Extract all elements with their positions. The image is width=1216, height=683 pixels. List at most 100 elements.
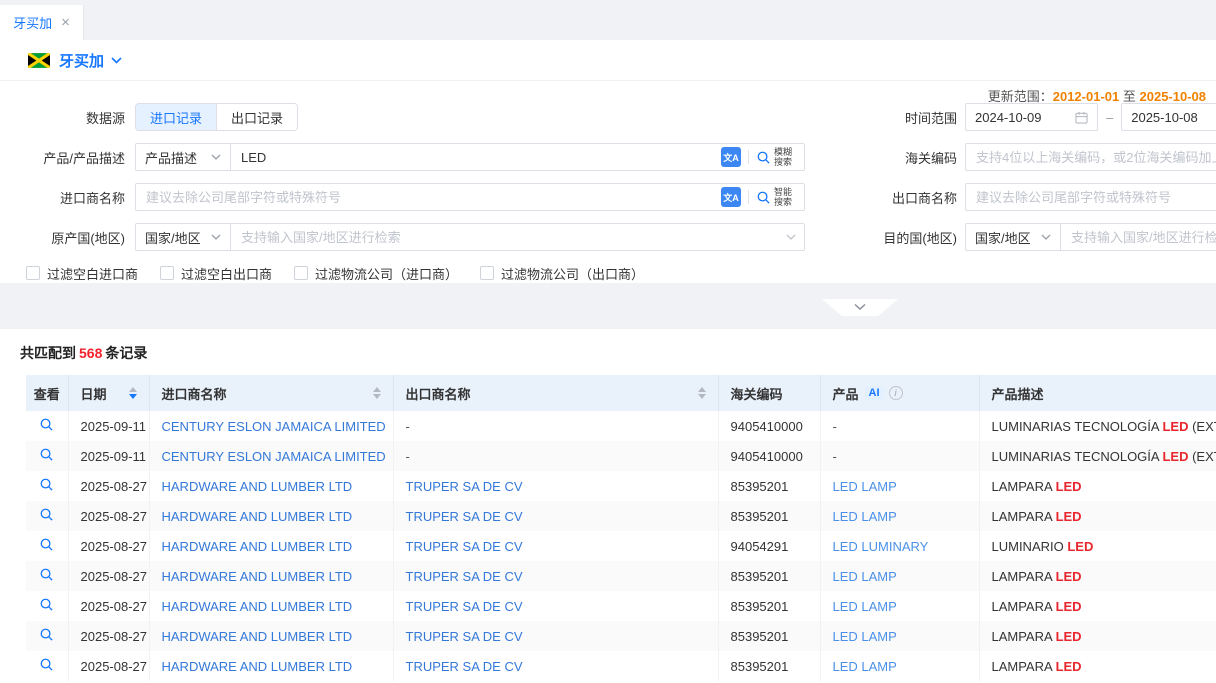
importer-link[interactable]: HARDWARE AND LUMBER LTD <box>162 539 353 554</box>
magnifier-icon[interactable] <box>39 627 54 642</box>
filter-logistics-exporter-checkbox[interactable]: 过滤物流公司（出口商） <box>480 264 644 283</box>
collapse-filter-button[interactable] <box>822 299 898 316</box>
sort-icon-importer[interactable] <box>373 387 381 399</box>
filter-blank-importer-checkbox[interactable]: 过滤空白进口商 <box>26 264 138 283</box>
view-record-button[interactable] <box>26 621 68 651</box>
origin-type-select[interactable]: 国家/地区 <box>136 224 231 250</box>
destination-type-value: 国家/地区 <box>975 228 1031 247</box>
sort-icon-exporter[interactable] <box>698 387 706 399</box>
product-link[interactable]: LED LAMP <box>833 569 897 584</box>
product-cell: - <box>820 441 979 471</box>
view-record-button[interactable] <box>26 591 68 621</box>
smart-search-button[interactable]: 智能搜索 <box>756 187 796 207</box>
magnifier-icon[interactable] <box>39 507 54 522</box>
destination-country-input[interactable] <box>1061 224 1216 250</box>
origin-country-input[interactable] <box>231 224 786 250</box>
table-body: 2025-09-11 CENTURY ESLON JAMAICA LIMITED… <box>26 411 1216 681</box>
description-highlight: LED <box>1056 479 1082 494</box>
filter-blank-exporter-checkbox[interactable]: 过滤空白出口商 <box>160 264 272 283</box>
tab-title: 牙买加 <box>13 13 52 32</box>
importer-link[interactable]: HARDWARE AND LUMBER LTD <box>162 599 353 614</box>
chevron-down-icon[interactable] <box>111 57 122 64</box>
destination-type-select[interactable]: 国家/地区 <box>966 224 1061 250</box>
exporter-link[interactable]: TRUPER SA DE CV <box>406 629 523 644</box>
column-header-exporter[interactable]: 出口商名称 <box>393 375 718 411</box>
product-link[interactable]: LED LAMP <box>833 509 897 524</box>
calendar-icon <box>1075 111 1088 124</box>
product-search-input[interactable] <box>231 144 721 170</box>
product-link[interactable]: LED LAMP <box>833 479 897 494</box>
importer-link[interactable]: HARDWARE AND LUMBER LTD <box>162 509 353 524</box>
tab-close-icon[interactable]: × <box>61 15 70 30</box>
importer-link[interactable]: HARDWARE AND LUMBER LTD <box>162 569 353 584</box>
export-records-button[interactable]: 出口记录 <box>216 104 297 130</box>
translate-icon[interactable]: 文A <box>721 147 741 167</box>
exporter-input[interactable] <box>966 184 1216 210</box>
importer-link[interactable]: HARDWARE AND LUMBER LTD <box>162 659 353 674</box>
translate-icon[interactable]: 文A <box>721 187 741 207</box>
magnifier-icon[interactable] <box>39 567 54 582</box>
magnifier-icon[interactable] <box>39 417 54 432</box>
magnifier-icon[interactable] <box>39 477 54 492</box>
exporter-link[interactable]: TRUPER SA DE CV <box>406 539 523 554</box>
destination-label: 目的国(地区) <box>805 228 965 247</box>
jamaica-flag-icon <box>28 53 50 68</box>
importer-link[interactable]: HARDWARE AND LUMBER LTD <box>162 629 353 644</box>
exporter-link[interactable]: TRUPER SA DE CV <box>406 599 523 614</box>
product-type-select[interactable]: 产品描述 <box>136 144 231 170</box>
checkbox-icon[interactable] <box>26 266 40 280</box>
importer-label: 进口商名称 <box>0 188 135 207</box>
tab-jamaica[interactable]: 牙买加 × <box>0 5 84 40</box>
view-record-button[interactable] <box>26 471 68 501</box>
view-record-button[interactable] <box>26 441 68 471</box>
column-header-importer[interactable]: 进口商名称 <box>149 375 393 411</box>
importer-link[interactable]: HARDWARE AND LUMBER LTD <box>162 479 353 494</box>
start-date-input[interactable]: 2024-10-09 <box>965 103 1098 131</box>
exporter-link[interactable]: TRUPER SA DE CV <box>406 569 523 584</box>
view-record-button[interactable] <box>26 531 68 561</box>
description-cell: LUMINARIO LED <box>979 531 1216 561</box>
fuzzy-search-button[interactable]: 模糊搜索 <box>756 147 796 167</box>
view-record-button[interactable] <box>26 501 68 531</box>
update-range-to: 2025-10-08 <box>1140 89 1207 104</box>
end-date-input[interactable]: 2025-10-08 <box>1121 103 1216 131</box>
magnifier-icon[interactable] <box>39 657 54 672</box>
magnifier-icon[interactable] <box>39 447 54 462</box>
importer-cell: HARDWARE AND LUMBER LTD <box>149 591 393 621</box>
description-cell: LAMPARA LED <box>979 591 1216 621</box>
magnifier-icon[interactable] <box>39 537 54 552</box>
view-record-button[interactable] <box>26 411 68 441</box>
info-icon[interactable]: i <box>889 386 903 400</box>
magnifier-icon[interactable] <box>39 597 54 612</box>
description-cell: LAMPARA LED <box>979 561 1216 591</box>
product-link[interactable]: LED LAMP <box>833 629 897 644</box>
exporter-link[interactable]: TRUPER SA DE CV <box>406 479 523 494</box>
view-record-button[interactable] <box>26 561 68 591</box>
hscode-cell: 85395201 <box>718 501 820 531</box>
exporter-cell: TRUPER SA DE CV <box>393 561 718 591</box>
product-link[interactable]: LED LAMP <box>833 599 897 614</box>
product-link[interactable]: LED LUMINARY <box>833 539 929 554</box>
column-header-label: 产品 <box>833 384 859 403</box>
importer-cell: HARDWARE AND LUMBER LTD <box>149 471 393 501</box>
description-text: LUMINARIAS TECNOLOGÍA <box>992 419 1163 434</box>
import-records-button[interactable]: 进口记录 <box>136 104 216 130</box>
checkbox-icon[interactable] <box>480 266 494 280</box>
exporter-link[interactable]: TRUPER SA DE CV <box>406 659 523 674</box>
importer-link[interactable]: CENTURY ESLON JAMAICA LIMITED <box>162 449 386 464</box>
column-header-date[interactable]: 日期 <box>68 375 149 411</box>
view-record-button[interactable] <box>26 651 68 681</box>
importer-input[interactable] <box>136 184 721 210</box>
sort-icon-date[interactable] <box>129 387 137 399</box>
timerange-label: 时间范围 <box>805 108 965 127</box>
checkbox-icon[interactable] <box>160 266 174 280</box>
hscode-input[interactable] <box>966 144 1216 170</box>
filter-logistics-importer-checkbox[interactable]: 过滤物流公司（进口商） <box>294 264 458 283</box>
chevron-down-icon[interactable] <box>786 234 796 240</box>
end-date-value: 2025-10-08 <box>1131 110 1198 125</box>
product-link[interactable]: LED LAMP <box>833 659 897 674</box>
checkbox-icon[interactable] <box>294 266 308 280</box>
hscode-cell: 9405410000 <box>718 411 820 441</box>
importer-link[interactable]: CENTURY ESLON JAMAICA LIMITED <box>162 419 386 434</box>
exporter-link[interactable]: TRUPER SA DE CV <box>406 509 523 524</box>
